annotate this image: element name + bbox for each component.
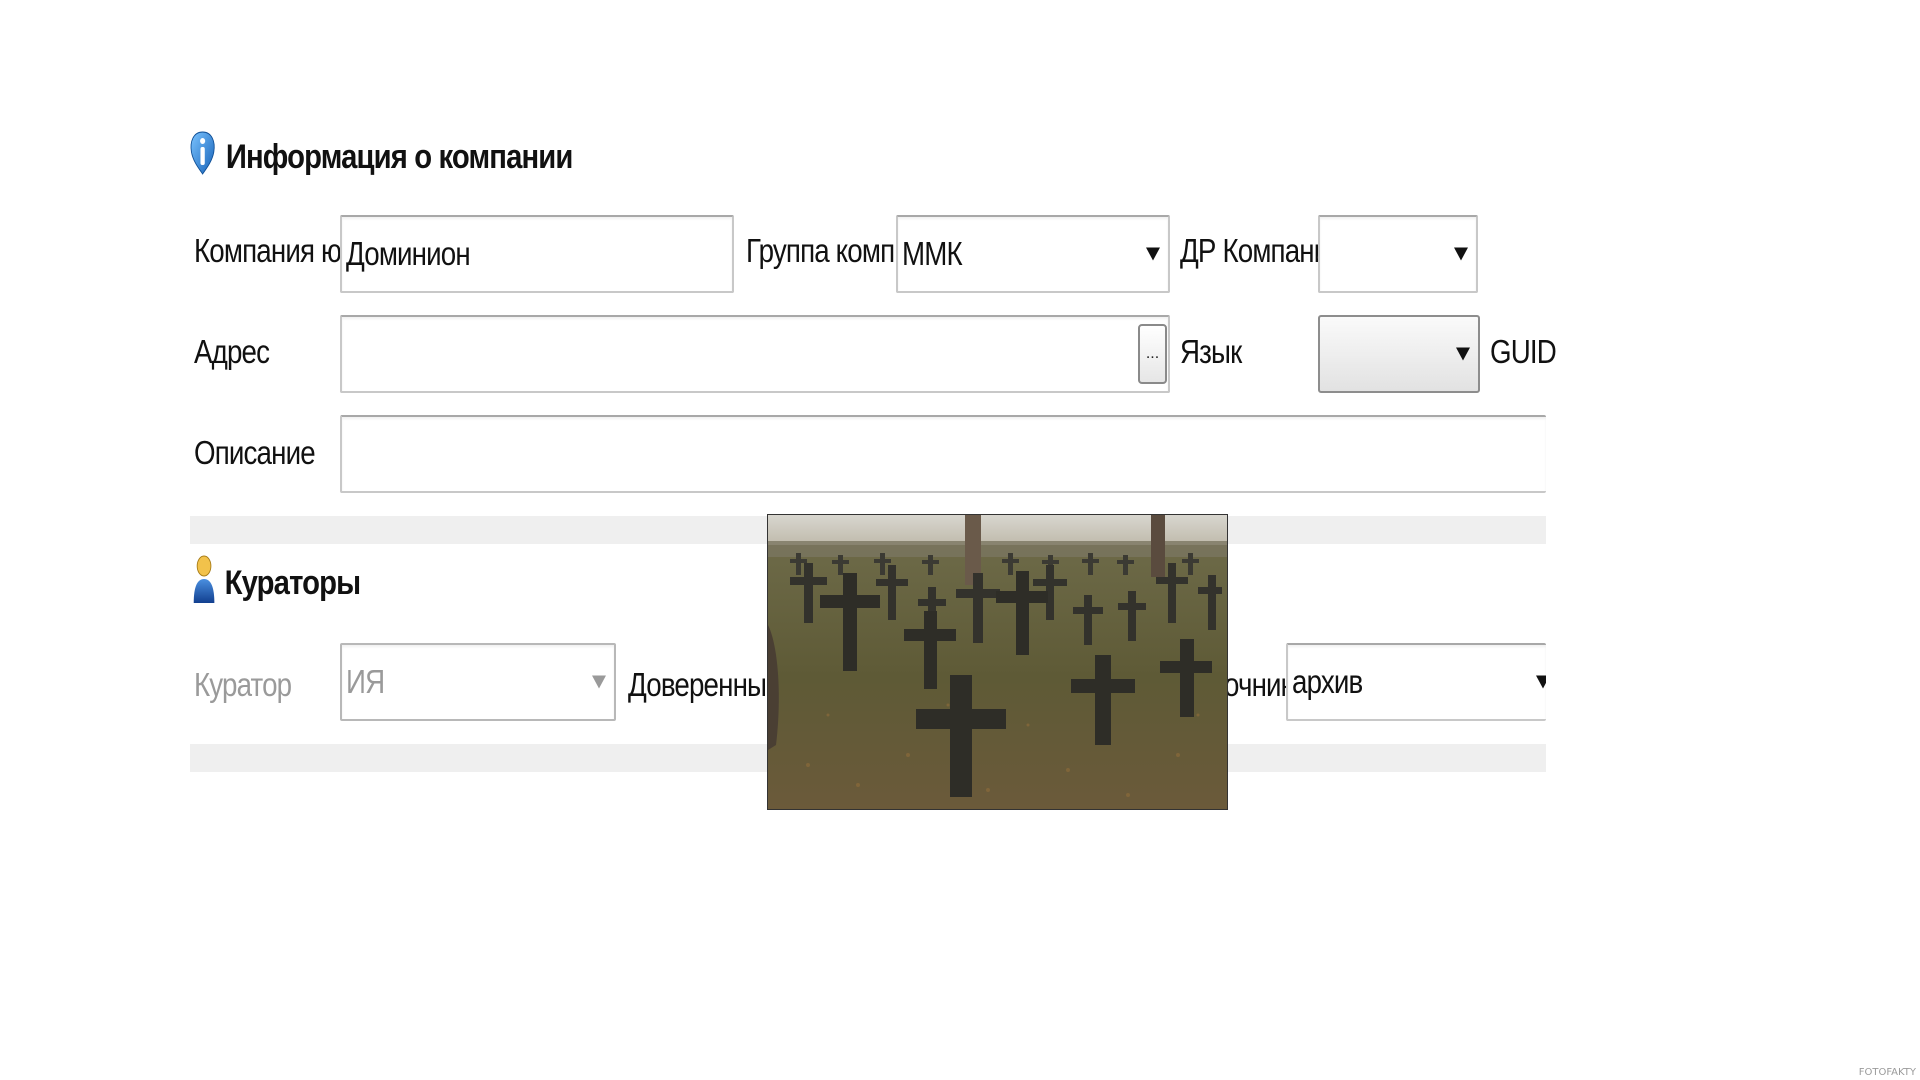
company-section-title: Информация о компании (225, 137, 574, 176)
curators-section-title: Кураторы (224, 563, 361, 602)
source-value: архив (1292, 663, 1363, 700)
chevron-down-icon[interactable] (1536, 675, 1546, 689)
source-label: очник (1224, 666, 1293, 703)
company-birthday-select[interactable] (1318, 215, 1478, 293)
address-browse-button[interactable]: ... (1138, 324, 1167, 384)
curator-select[interactable]: ИЯ (340, 643, 616, 721)
overlay-photo (767, 514, 1228, 810)
curator-value: ИЯ (346, 663, 385, 700)
watermark: FOTOFAKTY (1858, 1067, 1916, 1078)
curator-label: Куратор (194, 666, 292, 703)
company-section-header: Информация о компании (188, 130, 574, 185)
source-select[interactable]: архив (1286, 643, 1546, 721)
cemetery-illustration (768, 515, 1227, 809)
company-legal-label: Компания юр. (194, 232, 363, 269)
chevron-down-icon[interactable] (592, 675, 606, 689)
guid-label: GUID (1490, 333, 1557, 370)
chevron-down-icon[interactable] (1454, 247, 1468, 261)
info-icon (188, 130, 217, 185)
language-select[interactable] (1318, 315, 1480, 393)
description-input[interactable] (340, 415, 1546, 493)
group-label: Группа комп. (746, 232, 902, 269)
curators-section-header: Кураторы (192, 555, 361, 608)
chevron-down-icon[interactable] (1456, 347, 1470, 361)
chevron-down-icon[interactable] (1146, 247, 1160, 261)
company-form-page: Информация о компании Компания юр. Домин… (0, 0, 1920, 1080)
description-label: Описание (194, 434, 316, 471)
group-value: ММК (902, 235, 963, 272)
language-label: Язык (1180, 333, 1242, 370)
company-legal-input[interactable]: Доминион (340, 215, 734, 293)
address-label: Адрес (194, 333, 270, 370)
company-legal-value: Доминион (346, 235, 471, 272)
address-input[interactable] (340, 315, 1170, 393)
group-select[interactable]: ММК (896, 215, 1170, 293)
user-icon (192, 553, 216, 614)
